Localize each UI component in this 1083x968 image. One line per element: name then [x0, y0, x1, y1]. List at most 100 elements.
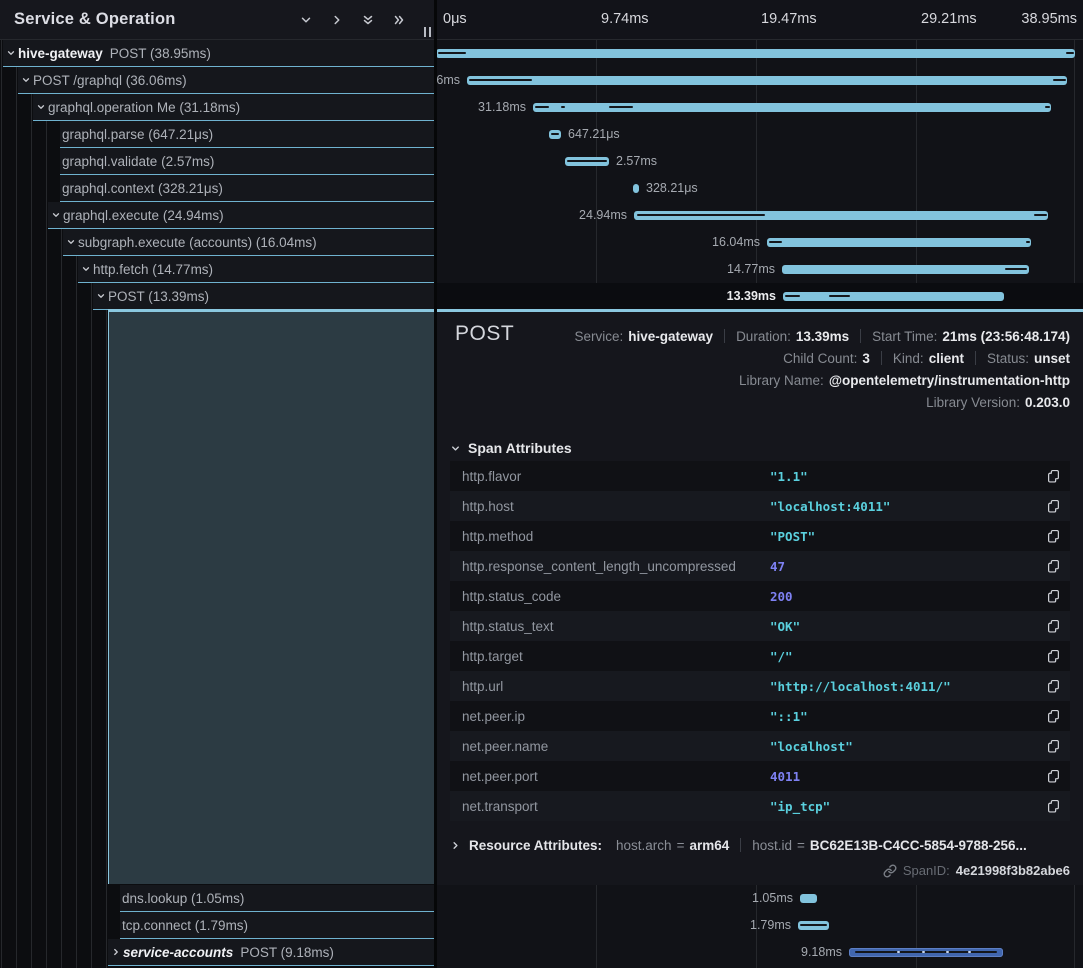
span-tree-row[interactable]: tcp.connect (1.79ms)	[120, 912, 434, 939]
attribute-row[interactable]: http.method"POST"	[450, 521, 1070, 551]
copy-value-button[interactable]	[1036, 589, 1070, 604]
copy-icon	[1047, 559, 1060, 574]
timeline-row[interactable]: 16.04ms	[437, 229, 1083, 256]
attribute-row[interactable]: http.host"localhost:4011"	[450, 491, 1070, 521]
span-duration-bar[interactable]	[437, 49, 1075, 58]
overview-label: Status:	[987, 351, 1029, 366]
span-tree-row[interactable]: hive-gatewayPOST (38.95ms)	[3, 40, 434, 67]
timeline-row[interactable]: 13.39ms	[437, 283, 1083, 310]
chevron-down-icon[interactable]	[78, 264, 93, 274]
attribute-key: http.flavor	[450, 469, 770, 484]
child-span-mark	[561, 106, 565, 108]
attribute-row[interactable]: http.status_text"OK"	[450, 611, 1070, 641]
copy-value-button[interactable]	[1036, 739, 1070, 754]
child-span-mark	[1005, 268, 1027, 270]
copy-value-button[interactable]	[1036, 559, 1070, 574]
chevron-down-icon[interactable]	[48, 210, 63, 220]
copy-value-button[interactable]	[1036, 799, 1070, 814]
timeline-row[interactable]: 36.06ms	[437, 67, 1083, 94]
child-span-mark	[535, 106, 549, 108]
span-attributes-toggle[interactable]: Span Attributes	[450, 440, 572, 456]
attribute-row[interactable]: net.peer.ip"::1"	[450, 701, 1070, 731]
span-duration-label: 1.79ms	[750, 912, 791, 939]
span-attributes-table: http.flavor"1.1"http.host"localhost:4011…	[450, 461, 1070, 821]
resource-attributes-row[interactable]: Resource Attributes: host.arch=arm64host…	[450, 834, 1027, 856]
chevron-down-icon[interactable]	[33, 102, 48, 112]
attribute-value: 47	[770, 559, 1036, 574]
span-tree-row[interactable]: http.fetch (14.77ms)	[78, 256, 434, 283]
timeline-row[interactable]: 1.79ms	[437, 912, 1083, 939]
span-duration-bar[interactable]	[782, 265, 1029, 274]
overview-label: Child Count:	[783, 351, 857, 366]
span-tree-row[interactable]: POST (13.39ms)	[93, 283, 434, 310]
copy-icon	[1047, 679, 1060, 694]
timeline-row[interactable]: 31.18ms	[437, 94, 1083, 121]
child-span-mark	[438, 52, 466, 54]
collapse-one-icon[interactable]	[297, 11, 315, 29]
expand-one-icon[interactable]	[328, 11, 346, 29]
chevron-down-icon[interactable]	[93, 291, 108, 301]
chevron-down-icon[interactable]	[18, 75, 33, 85]
attribute-row[interactable]: http.flavor"1.1"	[450, 461, 1070, 491]
timeline-row[interactable]: 1.05ms	[437, 885, 1083, 912]
expand-all-icon[interactable]	[390, 11, 408, 29]
panel-divider[interactable]	[434, 0, 437, 968]
resource-attributes-title: Resource Attributes:	[469, 838, 602, 853]
span-duration-bar[interactable]	[633, 184, 639, 193]
attribute-row[interactable]: net.peer.name"localhost"	[450, 731, 1070, 761]
attribute-value: 200	[770, 589, 1036, 604]
timeline-row[interactable]: 2.57ms	[437, 148, 1083, 175]
span-tree-row[interactable]: graphql.execute (24.94ms)	[48, 202, 434, 229]
overview-label: Duration:	[736, 329, 791, 344]
timeline-row[interactable]: 9.18ms	[437, 939, 1083, 966]
attribute-row[interactable]: http.status_code200	[450, 581, 1070, 611]
copy-value-button[interactable]	[1036, 529, 1070, 544]
timeline-tick-label: 9.74ms	[601, 11, 649, 27]
span-duration-bar[interactable]	[783, 292, 1004, 301]
copy-value-button[interactable]	[1036, 619, 1070, 634]
indent-guide	[46, 40, 47, 968]
copy-value-button[interactable]	[1036, 469, 1070, 484]
attribute-row[interactable]: net.peer.port4011	[450, 761, 1070, 791]
span-tree-row[interactable]: graphql.context (328.21μs)	[60, 175, 434, 202]
attribute-value: "OK"	[770, 619, 1036, 634]
selected-span-detail-cell	[108, 312, 434, 884]
timeline-row[interactable]: 14.77ms	[437, 256, 1083, 283]
attribute-row[interactable]: net.transport"ip_tcp"	[450, 791, 1070, 821]
timeline-row[interactable]: 328.21μs	[437, 175, 1083, 202]
copy-value-button[interactable]	[1036, 649, 1070, 664]
span-duration-bar[interactable]	[767, 238, 1031, 247]
span-tree-row[interactable]: dns.lookup (1.05ms)	[120, 885, 434, 912]
span-id-label: SpanID:	[903, 863, 950, 878]
link-icon[interactable]	[883, 864, 897, 878]
attribute-key: net.peer.name	[450, 739, 770, 754]
span-tree-row[interactable]: graphql.validate (2.57ms)	[60, 148, 434, 175]
span-operation-label: tcp.connect (1.79ms)	[122, 918, 248, 933]
copy-value-button[interactable]	[1036, 499, 1070, 514]
attribute-row[interactable]: http.target"/"	[450, 641, 1070, 671]
span-tree-row[interactable]: subgraph.execute (accounts) (16.04ms)	[63, 229, 434, 256]
span-tree-row[interactable]: graphql.operation Me (31.18ms)	[33, 94, 434, 121]
chevron-down-icon[interactable]	[63, 237, 78, 247]
attribute-key: http.status_text	[450, 619, 770, 634]
timeline-row[interactable]: 38.95ms	[437, 40, 1083, 67]
copy-value-button[interactable]	[1036, 709, 1070, 724]
timeline-tick-label: 29.21ms	[921, 11, 977, 27]
timeline-row[interactable]: 24.94ms	[437, 202, 1083, 229]
attribute-row[interactable]: http.response_content_length_uncompresse…	[450, 551, 1070, 581]
copy-value-button[interactable]	[1036, 769, 1070, 784]
copy-value-button[interactable]	[1036, 679, 1070, 694]
panel-resize-grip[interactable]	[424, 27, 431, 37]
span-duration-bar[interactable]	[467, 76, 1067, 85]
span-tree-row[interactable]: service-accountsPOST (9.18ms)	[108, 939, 434, 966]
chevron-down-icon[interactable]	[3, 48, 18, 58]
span-duration-bar[interactable]	[800, 894, 817, 903]
attribute-row[interactable]: http.url"http://localhost:4011/"	[450, 671, 1070, 701]
chevron-right-icon[interactable]	[108, 947, 123, 957]
timeline-row[interactable]: 647.21μs	[437, 121, 1083, 148]
attribute-value: "1.1"	[770, 469, 1036, 484]
span-tree-row[interactable]: graphql.parse (647.21μs)	[60, 121, 434, 148]
collapse-all-icon[interactable]	[359, 11, 377, 29]
attribute-key: net.transport	[450, 799, 770, 814]
span-tree-row[interactable]: POST /graphql (36.06ms)	[18, 67, 434, 94]
